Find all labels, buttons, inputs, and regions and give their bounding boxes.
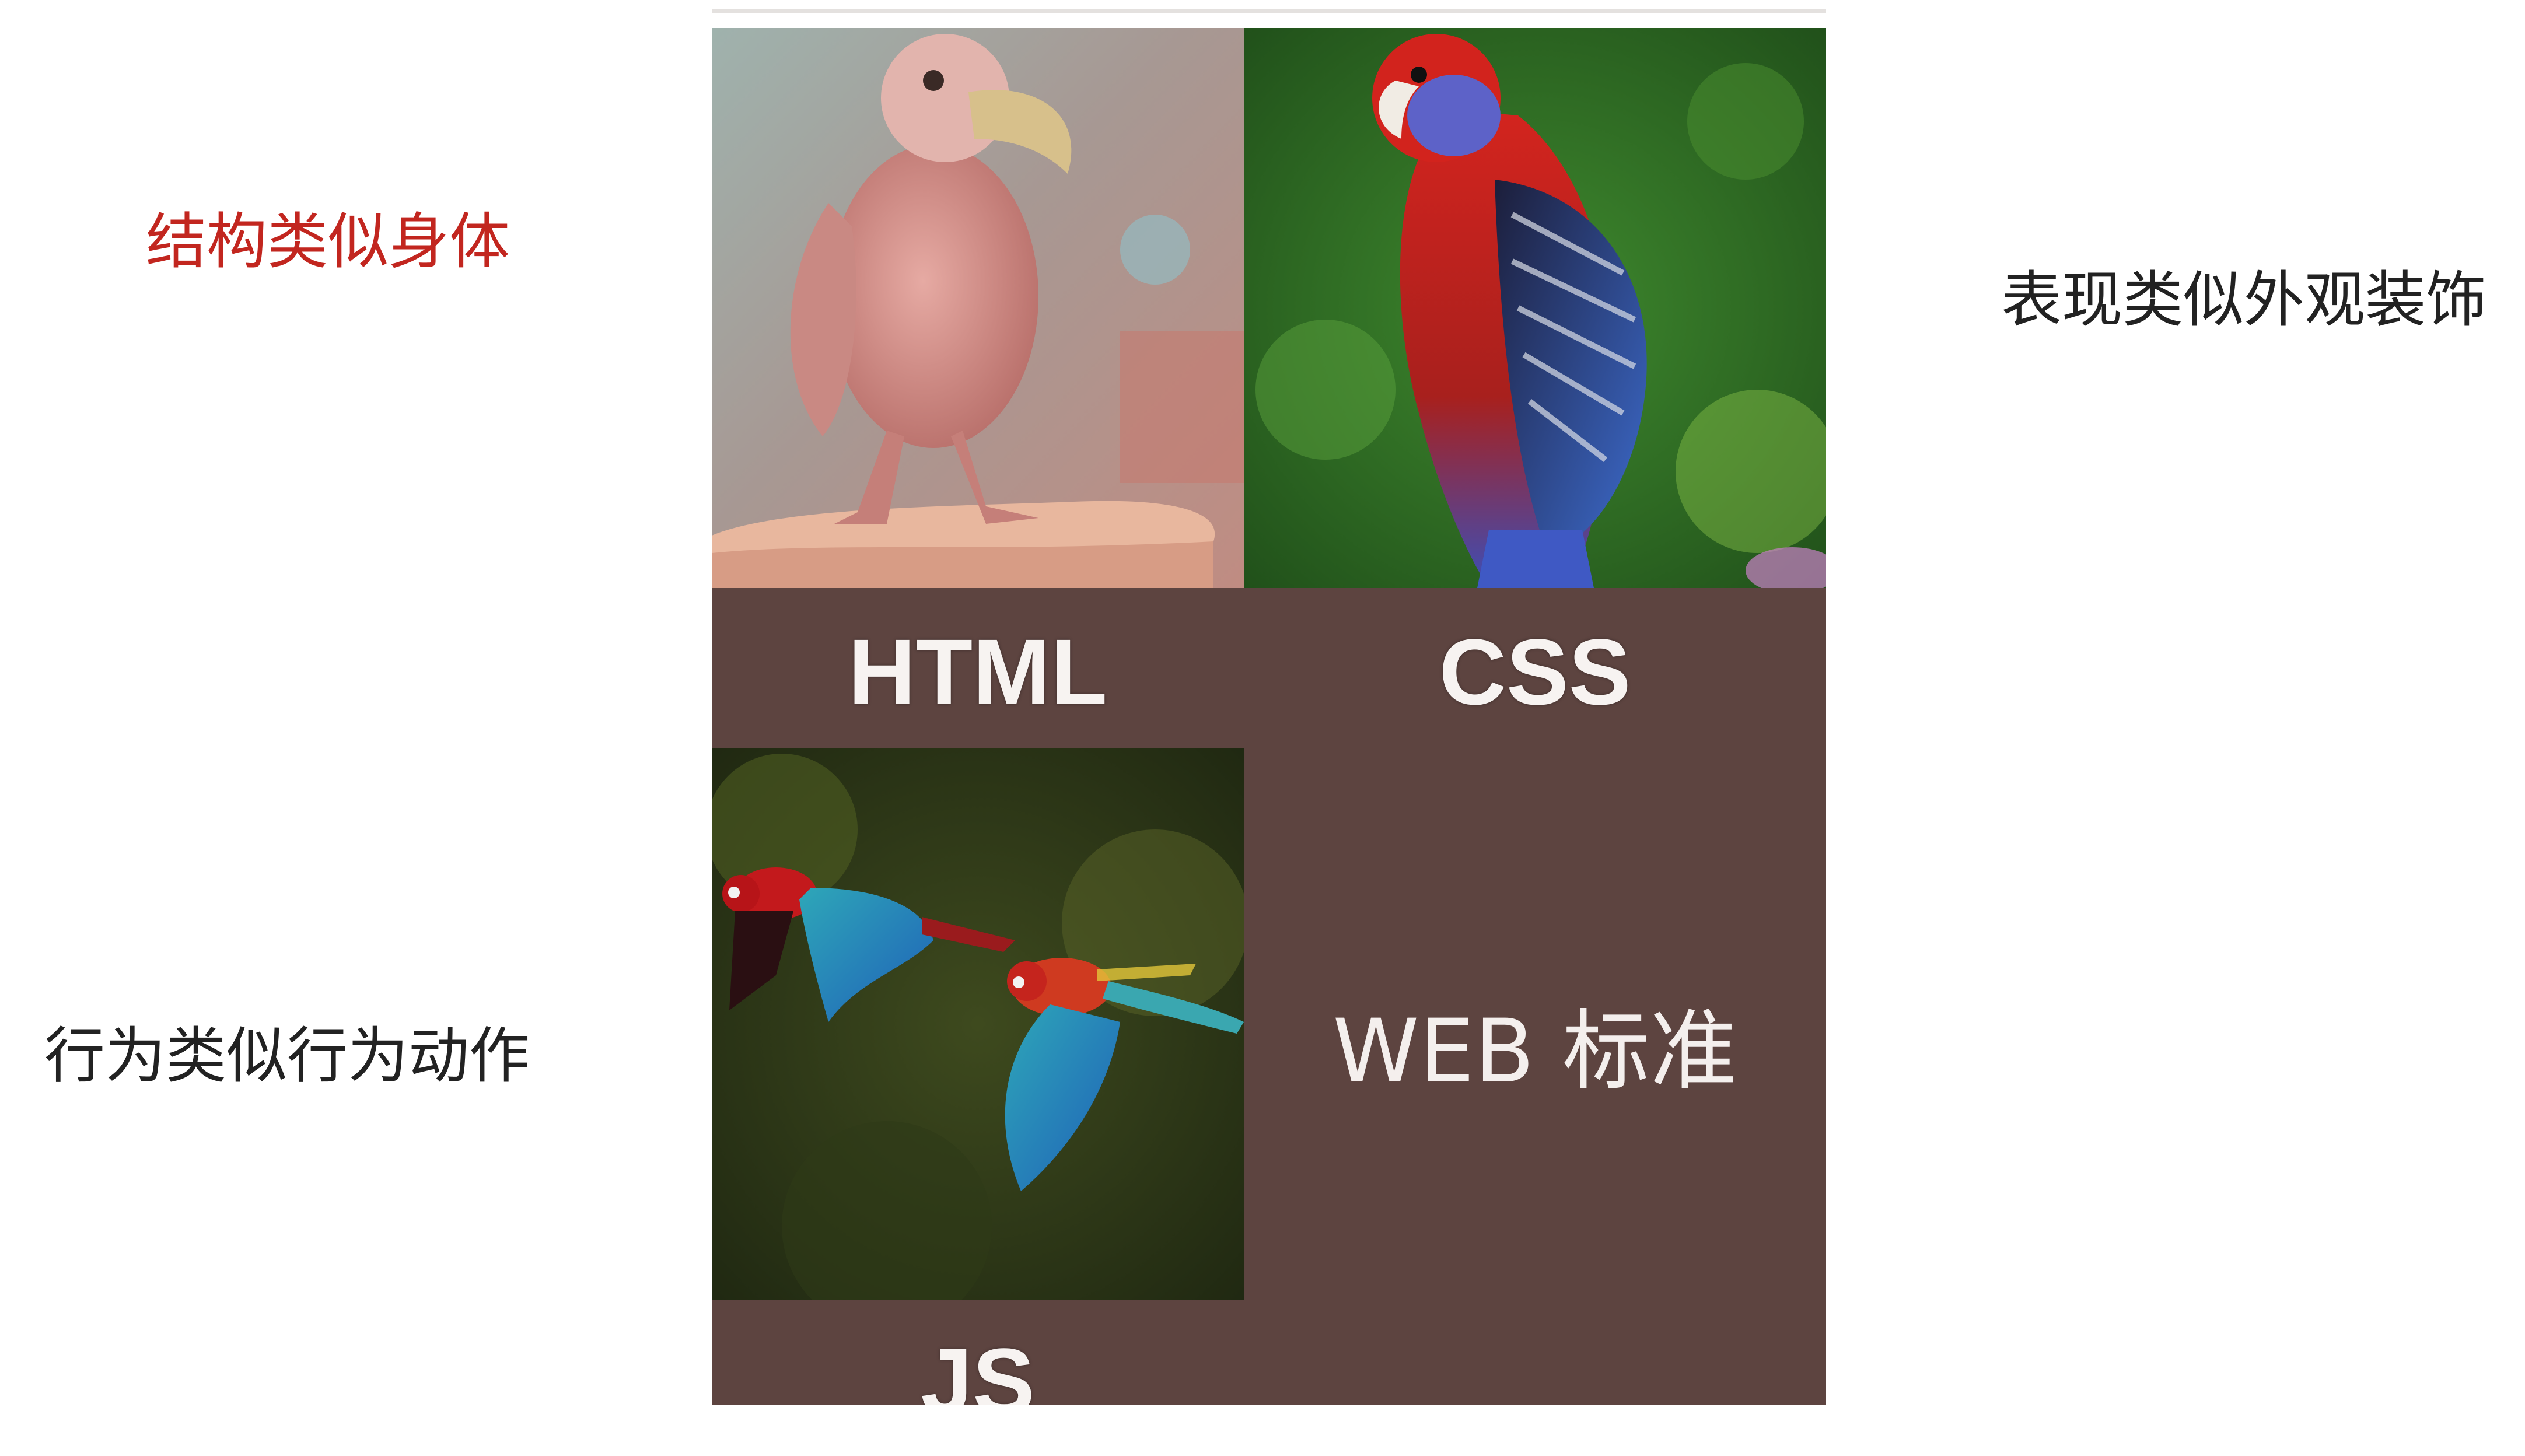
presentation-note: 表现类似外观装饰: [2001, 264, 2487, 335]
featherless-parrot-illustration: [712, 28, 1244, 588]
rosella-parrot-photo: [1244, 28, 1826, 588]
web-standard-caption: WEB 标准: [1333, 1001, 1737, 1102]
structure-note: 结构类似身体: [146, 206, 510, 277]
js-caption: JS: [921, 1335, 1035, 1405]
html-caption: HTML: [848, 620, 1108, 724]
css-caption: CSS: [1439, 620, 1631, 724]
flying-macaws-illustration: [712, 748, 1244, 1300]
featherless-parrot-photo: [712, 28, 1244, 588]
web-standards-figure: HTML CSS JS WEB 标准: [712, 28, 1826, 1405]
behavior-note: 行为类似行为动作: [44, 1020, 530, 1091]
top-divider: [712, 9, 1826, 13]
rosella-parrot-illustration: [1244, 28, 1826, 588]
flying-macaws-photo: [712, 748, 1244, 1300]
